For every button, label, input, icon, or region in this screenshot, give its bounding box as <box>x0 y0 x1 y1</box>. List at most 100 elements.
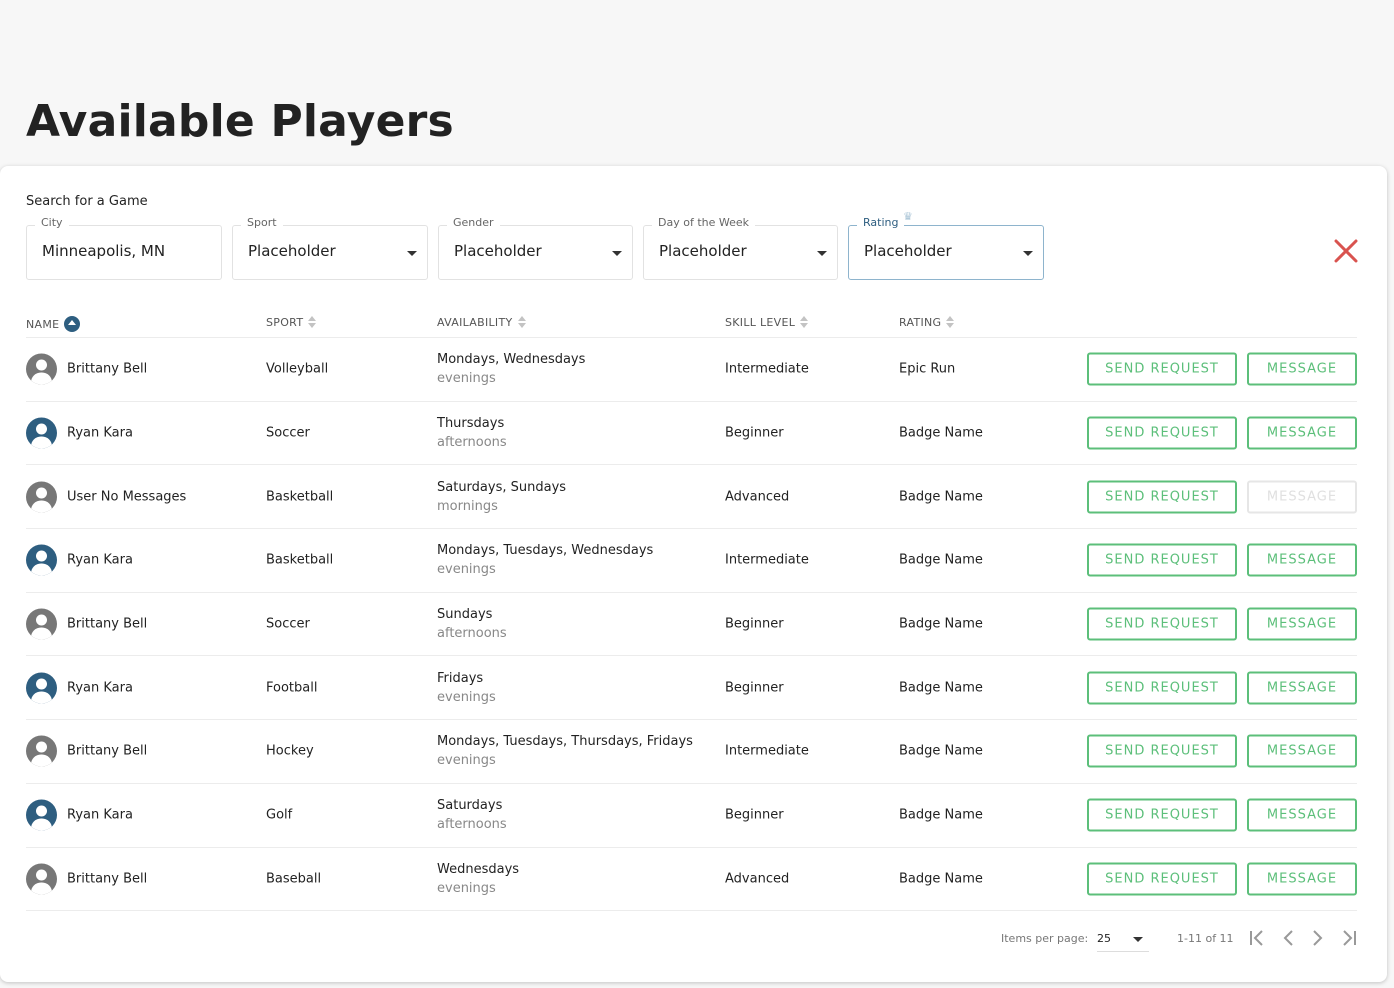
availability-days: Mondays, Tuesdays, Thursdays, Fridays <box>437 734 693 750</box>
page-range-label: 1-11 of 11 <box>1177 932 1234 945</box>
player-sport: Volleyball <box>266 361 329 377</box>
availability-time: evenings <box>437 371 496 387</box>
send-request-button[interactable]: SEND REQUEST <box>1087 734 1237 768</box>
availability-days: Mondays, Wednesdays <box>437 352 586 368</box>
avatar-head <box>36 869 47 881</box>
send-request-button[interactable]: SEND REQUEST <box>1087 671 1237 705</box>
column-header-sport[interactable]: SPORT <box>266 316 317 329</box>
player-skill-level: Intermediate <box>725 552 809 568</box>
table-row: Brittany Bell Baseball Wednesdays evenings A… <box>26 848 1357 912</box>
avatar-head <box>36 678 47 690</box>
send-request-button[interactable]: SEND REQUEST <box>1087 798 1237 832</box>
player-availability: Thursdays afternoons <box>437 414 507 452</box>
player-sport: Soccer <box>266 616 310 632</box>
message-button[interactable]: MESSAGE <box>1247 543 1357 577</box>
previous-page-icon[interactable] <box>1279 928 1299 948</box>
first-page-icon[interactable] <box>1247 928 1267 948</box>
message-button[interactable]: MESSAGE <box>1247 671 1357 705</box>
avatar-head <box>36 805 47 817</box>
player-skill-level: Intermediate <box>725 743 809 759</box>
player-rating: Badge Name <box>899 807 983 823</box>
avatar-body <box>31 818 52 831</box>
column-header-name[interactable]: NAME <box>26 316 81 332</box>
sort-icon <box>308 316 317 329</box>
send-request-button[interactable]: SEND REQUEST <box>1087 352 1237 386</box>
player-rating: Badge Name <box>899 489 983 505</box>
message-button[interactable]: MESSAGE <box>1247 734 1357 768</box>
next-page-icon[interactable] <box>1307 928 1327 948</box>
player-skill-level: Intermediate <box>725 361 809 377</box>
avatar-head <box>36 359 47 371</box>
gender-label: Gender <box>447 216 500 229</box>
player-name: Ryan Kara <box>67 680 133 696</box>
availability-days: Thursdays <box>437 416 505 432</box>
column-header-availability[interactable]: AVAILABILITY <box>437 316 527 329</box>
close-icon[interactable] <box>1331 236 1361 266</box>
column-header-rating[interactable]: RATING <box>899 316 955 329</box>
day-select[interactable]: Day of the Week Placeholder <box>643 216 838 280</box>
rating-select[interactable]: ♛ Rating Placeholder <box>848 210 1044 280</box>
search-heading: Search for a Game <box>26 194 148 209</box>
player-rating: Badge Name <box>899 552 983 568</box>
player-sport: Soccer <box>266 425 310 441</box>
player-availability: Saturdays, Sundays mornings <box>437 478 566 516</box>
message-button[interactable]: MESSAGE <box>1247 862 1357 896</box>
sport-select[interactable]: Sport Placeholder <box>232 216 428 280</box>
chevron-down-icon <box>817 251 827 256</box>
rating-value: Placeholder <box>864 242 952 260</box>
player-availability: Mondays, Tuesdays, Thursdays, Fridays eve… <box>437 732 693 770</box>
message-button[interactable]: MESSAGE <box>1247 607 1357 641</box>
send-request-button[interactable]: SEND REQUEST <box>1087 416 1237 450</box>
last-page-icon[interactable] <box>1339 928 1359 948</box>
city-input[interactable]: City Minneapolis, MN <box>26 216 222 280</box>
avatar-head <box>36 614 47 626</box>
avatar <box>26 481 57 513</box>
table-row: Brittany Bell Volleyball Mondays, Wednesda… <box>26 338 1357 402</box>
player-rating: Epic Run <box>899 361 956 377</box>
availability-time: evenings <box>437 753 496 769</box>
availability-time: evenings <box>437 562 496 578</box>
player-rating: Badge Name <box>899 425 983 441</box>
send-request-button[interactable]: SEND REQUEST <box>1087 607 1237 641</box>
send-request-button[interactable]: SEND REQUEST <box>1087 543 1237 577</box>
crown-icon: ♛ <box>903 210 913 223</box>
player-skill-level: Beginner <box>725 807 784 823</box>
send-request-button[interactable]: SEND REQUEST <box>1087 862 1237 896</box>
column-header-skill-level[interactable]: SKILL LEVEL <box>725 316 809 329</box>
player-sport: Football <box>266 680 318 696</box>
player-name: Brittany Bell <box>67 743 148 759</box>
player-name: Brittany Bell <box>67 871 148 887</box>
availability-time: afternoons <box>437 435 507 451</box>
player-rating: Badge Name <box>899 616 983 632</box>
availability-days: Saturdays, Sundays <box>437 479 567 495</box>
message-button[interactable]: MESSAGE <box>1247 798 1357 832</box>
availability-days: Mondays, Tuesdays, Wednesdays <box>437 543 654 559</box>
player-availability: Mondays, Tuesdays, Wednesdays evenings <box>437 541 653 579</box>
message-button[interactable]: MESSAGE <box>1247 416 1357 450</box>
avatar-body <box>31 691 52 704</box>
availability-time: evenings <box>437 880 496 896</box>
city-label: City <box>35 216 69 229</box>
chevron-down-icon <box>1133 937 1143 942</box>
avatar <box>26 417 57 449</box>
availability-days: Saturdays <box>437 798 503 814</box>
player-name: Ryan Kara <box>67 807 133 823</box>
avatar <box>26 672 57 704</box>
player-skill-level: Beginner <box>725 680 784 696</box>
player-name: Ryan Kara <box>67 425 133 441</box>
avatar <box>26 544 57 576</box>
player-rating: Badge Name <box>899 743 983 759</box>
player-sport: Basketball <box>266 552 334 568</box>
table-header: NAME SPORT AVAILABILITY SKILL LEVEL RATI… <box>26 312 1357 338</box>
message-button[interactable]: MESSAGE <box>1247 352 1357 386</box>
player-name: User No Messages <box>67 489 187 505</box>
avatar-head <box>36 423 47 435</box>
sort-icon <box>946 316 955 329</box>
items-per-page-select[interactable]: 25 <box>1097 926 1149 952</box>
gender-select[interactable]: Gender Placeholder <box>438 216 633 280</box>
avatar <box>26 735 57 767</box>
availability-time: afternoons <box>437 817 507 833</box>
send-request-button[interactable]: SEND REQUEST <box>1087 480 1237 514</box>
player-availability: Mondays, Wednesdays evenings <box>437 350 585 388</box>
table-row: Ryan Kara Football Fridays evenings Beginner… <box>26 656 1357 721</box>
